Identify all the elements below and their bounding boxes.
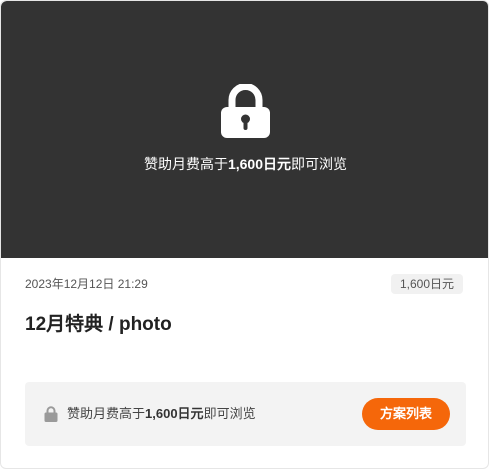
- locked-cover: 赞助月费高于1,600日元即可浏览: [1, 1, 488, 258]
- paywall-box: 赞助月费高于1,600日元即可浏览 方案列表: [25, 382, 466, 446]
- paywall-text-suffix: 即可浏览: [203, 406, 256, 421]
- price-badge: 1,600日元: [390, 274, 463, 294]
- lock-icon: [221, 84, 270, 138]
- plan-list-button[interactable]: 方案列表: [362, 398, 450, 430]
- post-title[interactable]: 12月特典 / photo: [25, 313, 172, 337]
- paywall-text-amount: 1,600日元: [145, 406, 204, 421]
- paywall-message: 赞助月费高于1,600日元即可浏览: [67, 405, 256, 423]
- cover-lock-message: 赞助月费高于1,600日元即可浏览: [1, 155, 488, 173]
- lock-icon: [44, 406, 58, 422]
- post-card: 赞助月费高于1,600日元即可浏览 2023年12月12日 21:29 1,60…: [0, 0, 489, 469]
- paywall-text-prefix: 赞助月费高于: [67, 406, 146, 421]
- post-date: 2023年12月12日 21:29: [25, 277, 148, 291]
- cover-text-prefix: 赞助月费高于: [143, 156, 228, 172]
- cover-text-suffix: 即可浏览: [291, 156, 348, 172]
- cover-text-amount: 1,600日元: [227, 156, 292, 172]
